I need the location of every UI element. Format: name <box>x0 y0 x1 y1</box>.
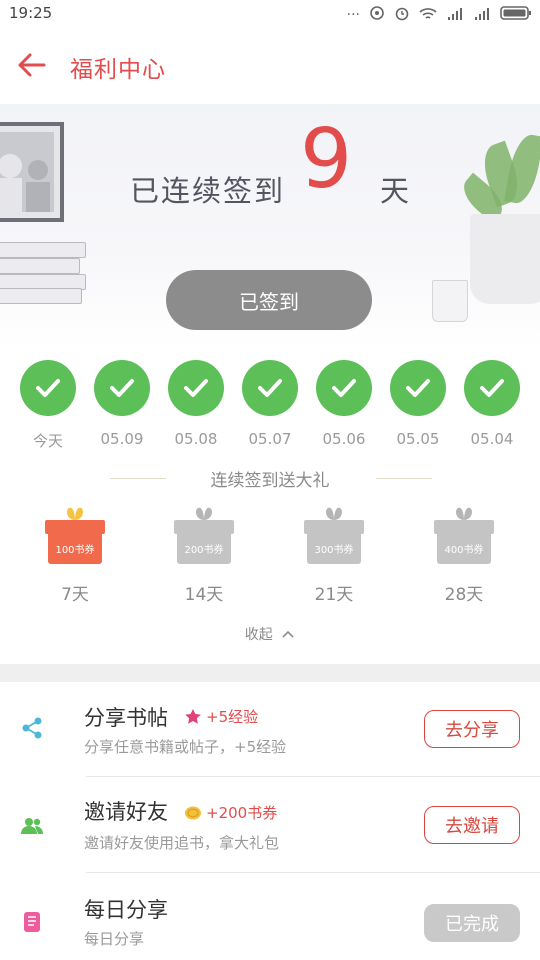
checkin-day: 05.09 <box>92 360 152 448</box>
alarm-icon <box>394 5 410 25</box>
picture-frame-illustration <box>0 122 64 222</box>
check-icon <box>94 360 150 416</box>
checkin-day: 05.04 <box>462 360 522 448</box>
checkin-day-label: 今天 <box>32 432 63 450</box>
checkin-day: 05.07 <box>240 360 300 448</box>
task-title: 分享书帖 <box>84 706 168 730</box>
gift-item[interactable]: 100书券 7天 <box>35 506 115 605</box>
status-bar: 19:25 ··· <box>0 0 540 28</box>
gift-item[interactable]: 300书券 21天 <box>294 506 374 605</box>
back-arrow-icon <box>18 53 46 77</box>
checkin-days-row: 今天 05.09 05.08 05.07 05.06 05.05 05.04 <box>0 360 540 460</box>
checkin-day: 今天 <box>18 360 78 451</box>
gift-days-label: 14天 <box>184 585 224 605</box>
check-icon <box>168 360 224 416</box>
books-illustration <box>0 242 90 304</box>
checkin-day: 05.06 <box>314 360 374 448</box>
completed-button[interactable]: 已完成 <box>424 904 520 942</box>
gift-coupon-label: 300书券 <box>307 532 361 564</box>
gift-section-title: 连续签到送大礼 <box>210 471 330 491</box>
task-reward: +5经验 <box>184 706 258 727</box>
checkin-day-label: 05.08 <box>174 430 218 448</box>
divider <box>86 776 540 777</box>
gift-coupon-label: 100书券 <box>48 532 102 564</box>
task-daily-share: 每日分享 每日分享 已完成 <box>0 874 540 960</box>
divider <box>376 478 432 479</box>
header: 福利中心 <box>0 28 540 104</box>
collapse-toggle[interactable]: 收起 <box>0 624 540 644</box>
people-icon <box>21 818 43 834</box>
gift-coupon-label: 400书券 <box>437 532 491 564</box>
checkin-day-label: 05.06 <box>322 430 366 448</box>
gift-item[interactable]: 400书券 28天 <box>424 506 504 605</box>
streak-suffix-text: 天 <box>380 174 410 208</box>
gift-coupon-label: 200书券 <box>177 532 231 564</box>
checkin-day: 05.08 <box>166 360 226 448</box>
plant-pot-illustration <box>470 214 540 304</box>
cup-illustration <box>432 280 468 322</box>
divider <box>86 872 540 873</box>
status-icons: ··· <box>347 5 532 25</box>
gift-box-icon: 400书券 <box>434 506 494 564</box>
family-portrait-icon <box>0 154 50 218</box>
streak-prefix-text: 已连续签到 <box>130 174 286 208</box>
gift-section-header: 连续签到送大礼 <box>0 466 540 491</box>
coin-icon <box>185 806 201 819</box>
gift-box-icon: 100书券 <box>45 506 105 564</box>
gift-days-label: 21天 <box>314 585 354 605</box>
task-reward-text: +200书券 <box>206 804 278 822</box>
go-invite-button[interactable]: 去邀请 <box>424 806 520 844</box>
check-icon <box>316 360 372 416</box>
chevron-up-icon <box>282 630 294 638</box>
signal-icon <box>446 6 464 25</box>
task-invite-friends: 邀请好友 +200书券 邀请好友使用追书，拿大礼包 去邀请 <box>0 778 540 874</box>
gift-item[interactable]: 200书券 14天 <box>164 506 244 605</box>
book-icon <box>24 912 40 932</box>
star-icon <box>185 708 201 724</box>
back-button[interactable] <box>16 50 52 82</box>
plant-leaf-icon <box>504 132 540 206</box>
dots-icon: ··· <box>346 7 360 23</box>
signed-in-button[interactable]: 已签到 <box>166 270 372 330</box>
task-reward-text: +5经验 <box>206 708 259 726</box>
gift-box-icon: 300书券 <box>304 506 364 564</box>
check-icon <box>20 360 76 416</box>
check-icon <box>242 360 298 416</box>
task-reward: +200书券 <box>184 802 277 823</box>
signal-icon-2 <box>473 6 491 25</box>
section-divider <box>0 664 540 682</box>
gift-milestones: 100书券 7天 200书券 14天 300书券 21天 400书券 28天 <box>0 506 540 616</box>
checkin-day-label: 05.09 <box>100 430 144 448</box>
gift-days-label: 28天 <box>444 585 484 605</box>
go-share-button[interactable]: 去分享 <box>424 710 520 748</box>
check-icon <box>464 360 520 416</box>
checkin-banner: 已连续签到 9 天 已签到 <box>0 104 540 350</box>
check-icon <box>390 360 446 416</box>
sync-icon <box>369 5 385 25</box>
gift-days-label: 7天 <box>61 585 89 605</box>
page-title: 福利中心 <box>70 57 166 83</box>
battery-icon <box>500 5 532 25</box>
checkin-day: 05.05 <box>388 360 448 448</box>
collapse-label: 收起 <box>244 627 273 643</box>
checkin-day-label: 05.07 <box>248 430 292 448</box>
task-description: 每日分享 <box>84 930 145 948</box>
task-share-post: 分享书帖 +5经验 分享任意书籍或帖子，+5经验 去分享 <box>0 682 540 778</box>
task-description: 分享任意书籍或帖子，+5经验 <box>84 738 287 756</box>
task-title: 邀请好友 <box>84 800 168 824</box>
streak-days-count: 9 <box>300 112 353 207</box>
wifi-icon <box>419 6 437 25</box>
checkin-day-label: 05.05 <box>396 430 440 448</box>
gift-box-icon: 200书券 <box>174 506 234 564</box>
checkin-day-label: 05.04 <box>470 430 514 448</box>
task-title: 每日分享 <box>84 898 168 922</box>
status-time: 19:25 <box>9 4 53 22</box>
share-icon <box>22 717 42 739</box>
task-description: 邀请好友使用追书，拿大礼包 <box>84 834 280 852</box>
